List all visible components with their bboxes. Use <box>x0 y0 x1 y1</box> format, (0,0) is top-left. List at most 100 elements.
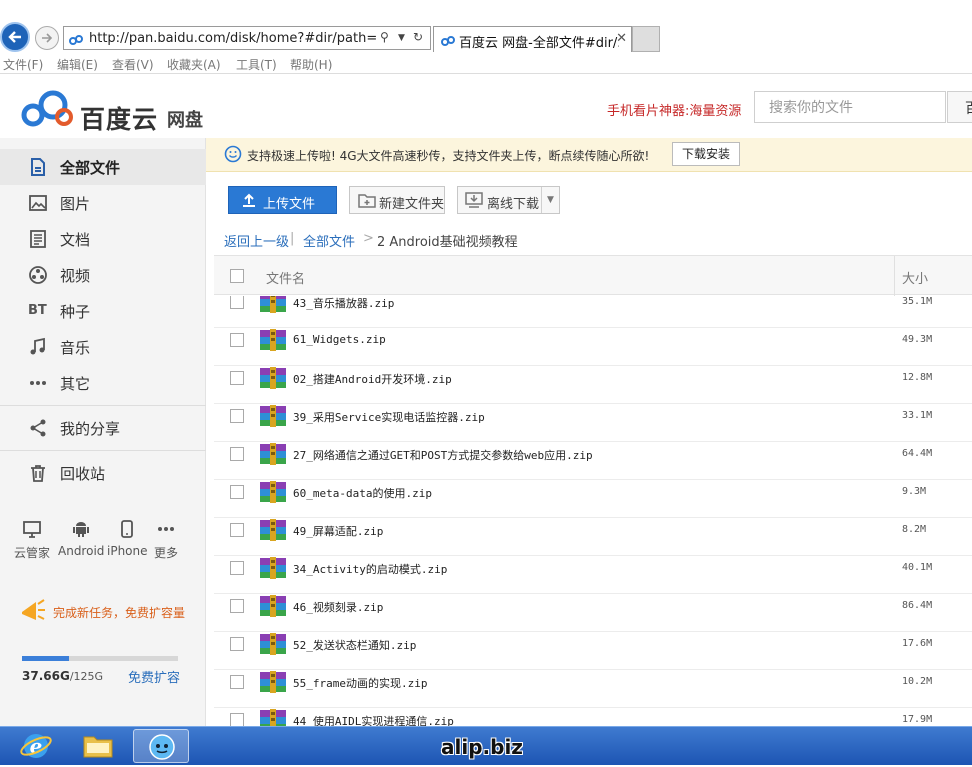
tab-title: 百度云 网盘-全部文件#dir/... <box>459 36 619 51</box>
download-install-button[interactable]: 下载安装 <box>672 142 740 166</box>
search-button[interactable]: 百 <box>947 91 972 123</box>
file-name[interactable]: 49_屏幕适配.zip <box>293 523 383 539</box>
sidebar-item-all-files[interactable]: 全部文件 <box>0 149 206 185</box>
file-row[interactable]: 39_采用Service实现电话监控器.zip 33.1M <box>214 404 972 442</box>
sidebar-item-docs[interactable]: 文档 <box>0 221 206 257</box>
file-row[interactable]: 55_frame动画的实现.zip 10.2M <box>214 670 972 708</box>
sidebar-item-other[interactable]: 其它 <box>0 365 206 401</box>
file-name[interactable]: 52_发送状态栏通知.zip <box>293 637 416 653</box>
new-folder-button[interactable]: 新建文件夹 <box>349 186 445 214</box>
device-cloud-manager[interactable]: 云管家 <box>14 518 50 561</box>
sidebar-item-my-shares[interactable]: 我的分享 <box>0 410 206 446</box>
file-checkbox[interactable] <box>230 333 244 347</box>
zip-archive-icon <box>260 443 286 465</box>
file-row[interactable]: 52_发送状态栏通知.zip 17.6M <box>214 632 972 670</box>
menu-view[interactable]: 查看(V) <box>112 56 154 73</box>
file-row[interactable]: 27_网络通信之通过GET和POST方式提交参数给web应用.zip 64.4M <box>214 442 972 480</box>
address-bar[interactable]: http://pan.baidu.com/disk/home?#dir/path… <box>63 26 431 50</box>
file-name[interactable]: 43_音乐播放器.zip <box>293 296 394 311</box>
file-checkbox[interactable] <box>230 713 244 726</box>
file-size: 35.1M <box>902 296 933 307</box>
device-iphone[interactable]: iPhone <box>107 518 148 558</box>
upload-button[interactable]: 上传文件 <box>228 186 337 214</box>
refresh-icon[interactable]: ↻ <box>413 30 423 44</box>
megaphone-icon <box>22 599 45 620</box>
sidebar-item-music[interactable]: 音乐 <box>0 329 206 365</box>
file-row[interactable]: 43_音乐播放器.zip 35.1M <box>214 296 972 328</box>
file-checkbox[interactable] <box>230 523 244 537</box>
file-checkbox[interactable] <box>230 675 244 689</box>
device-android[interactable]: Android <box>58 518 104 558</box>
zip-archive-icon <box>260 481 286 503</box>
file-name[interactable]: 46_视频刻录.zip <box>293 599 383 615</box>
file-row[interactable]: 46_视频刻录.zip 86.4M <box>214 594 972 632</box>
sidebar-item-videos[interactable]: 视频 <box>0 257 206 293</box>
forward-button[interactable] <box>35 26 59 50</box>
file-checkbox[interactable] <box>230 409 244 423</box>
share-icon <box>30 419 46 437</box>
select-all-checkbox[interactable] <box>230 269 244 283</box>
sidebar-item-recycle-bin[interactable]: 回收站 <box>0 455 206 491</box>
file-name[interactable]: 27_网络通信之通过GET和POST方式提交参数给web应用.zip <box>293 447 593 463</box>
file-row[interactable]: 44_使用AIDL实现进程通信.zip 17.9M <box>214 708 972 726</box>
search-input[interactable] <box>767 99 937 117</box>
column-header-name[interactable]: 文件名 <box>266 268 305 287</box>
file-size: 12.8M <box>902 372 933 383</box>
sidebar-item-torrents[interactable]: BT 种子 <box>0 293 206 329</box>
tab-baidu-pan[interactable]: 百度云 网盘-全部文件#dir/... ✕ <box>433 26 632 52</box>
menu-tools[interactable]: 工具(T) <box>236 56 277 73</box>
back-button[interactable] <box>0 22 30 52</box>
device-label: 云管家 <box>14 546 51 560</box>
toolbar: 上传文件 新建文件夹 离线下载 ▼ <box>206 172 972 224</box>
file-name[interactable]: 02_搭建Android开发环境.zip <box>293 371 452 387</box>
file-checkbox[interactable] <box>230 371 244 385</box>
task-promo[interactable]: 完成新任务，免费扩容量 <box>18 596 198 626</box>
sidebar-item-images[interactable]: 图片 <box>0 185 206 221</box>
task-promo-text[interactable]: 完成新任务，免费扩容量 <box>53 604 185 621</box>
taskbar-explorer[interactable] <box>70 729 126 763</box>
new-tab-button[interactable] <box>632 26 660 52</box>
column-header-size[interactable]: 大小 <box>902 268 928 287</box>
breadcrumb-all-files[interactable]: 全部文件 <box>303 231 355 250</box>
file-checkbox[interactable] <box>230 637 244 651</box>
chevron-down-icon[interactable]: ▼ <box>541 187 559 213</box>
file-name[interactable]: 39_采用Service实现电话监控器.zip <box>293 409 485 425</box>
file-name[interactable]: 44_使用AIDL实现进程通信.zip <box>293 713 454 726</box>
new-folder-label: 新建文件夹 <box>379 197 445 212</box>
device-more[interactable]: 更多 <box>154 518 178 561</box>
file-checkbox[interactable] <box>230 561 244 575</box>
close-icon[interactable]: ✕ <box>616 31 627 46</box>
chevron-down-icon[interactable]: ▼ <box>398 33 405 43</box>
baidu-cloud-logo[interactable] <box>20 86 76 130</box>
file-checkbox[interactable] <box>230 296 244 309</box>
file-row[interactable]: 02_搭建Android开发环境.zip 12.8M <box>214 366 972 404</box>
search-icon[interactable]: ⚲ <box>380 30 389 44</box>
address-url[interactable]: http://pan.baidu.com/disk/home?#dir/path… <box>89 31 377 46</box>
file-name[interactable]: 60_meta-data的使用.zip <box>293 485 432 501</box>
promo-link[interactable]: 手机看片神器:海量资源 <box>607 100 741 119</box>
menu-favorites[interactable]: 收藏夹(A) <box>167 56 221 73</box>
promo-text-b[interactable]: 海量资源 <box>689 104 741 119</box>
promo-text-a[interactable]: 手机看片神器 <box>607 104 685 119</box>
offline-download-button[interactable]: 离线下载 ▼ <box>457 186 560 214</box>
free-expand-link[interactable]: 免费扩容 <box>128 667 180 686</box>
file-row[interactable]: 61_Widgets.zip 49.3M <box>214 328 972 366</box>
file-name[interactable]: 55_frame动画的实现.zip <box>293 675 427 691</box>
menu-edit[interactable]: 编辑(E) <box>57 56 98 73</box>
file-row[interactable]: 49_屏幕适配.zip 8.2M <box>214 518 972 556</box>
file-checkbox[interactable] <box>230 599 244 613</box>
menu-help[interactable]: 帮助(H) <box>290 56 332 73</box>
menu-file[interactable]: 文件(F) <box>3 56 43 73</box>
file-row[interactable]: 60_meta-data的使用.zip 9.3M <box>214 480 972 518</box>
file-row[interactable]: 34_Activity的启动模式.zip 40.1M <box>214 556 972 594</box>
taskbar-ie[interactable]: e <box>8 729 64 763</box>
sidebar-item-label: 视频 <box>60 267 91 285</box>
back-up-link[interactable]: 返回上一级 <box>224 231 289 250</box>
search-box[interactable] <box>754 91 946 123</box>
file-checkbox[interactable] <box>230 485 244 499</box>
video-icon <box>29 266 47 284</box>
file-name[interactable]: 34_Activity的启动模式.zip <box>293 561 447 577</box>
file-name[interactable]: 61_Widgets.zip <box>293 333 386 346</box>
file-checkbox[interactable] <box>230 447 244 461</box>
taskbar-baidu-cloud[interactable] <box>133 729 189 763</box>
